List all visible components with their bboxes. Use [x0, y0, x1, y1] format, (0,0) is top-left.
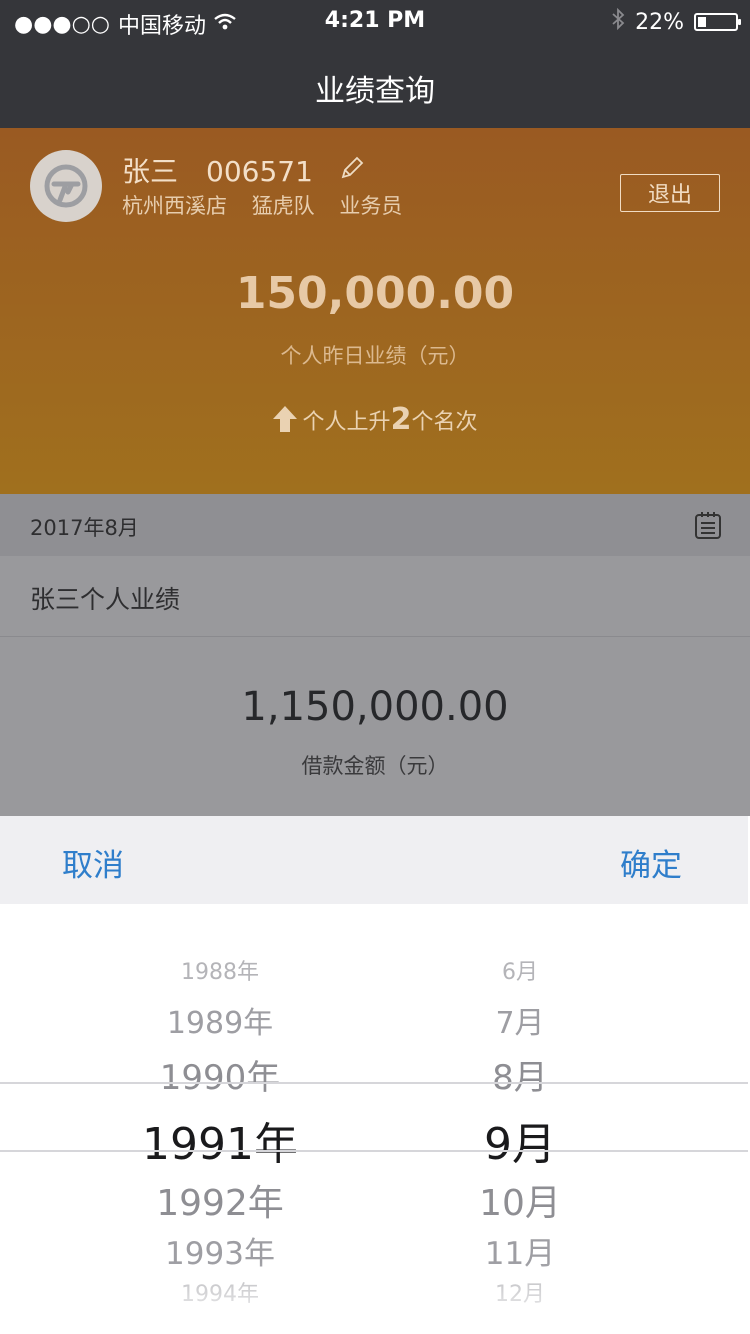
user-name-line: 张三 006571	[122, 150, 341, 190]
loan-amount-label: 借款金额（元）	[301, 754, 449, 778]
arrow-up-icon	[272, 406, 297, 438]
battery-icon	[694, 13, 741, 31]
rank-change: 个人上升2个名次	[0, 402, 750, 438]
year-option[interactable]: 1988年	[110, 954, 330, 986]
year-option[interactable]: 1992年	[110, 1174, 330, 1226]
edit-icon[interactable]	[338, 154, 366, 186]
role-name: 业务员	[339, 194, 403, 218]
avatar[interactable]	[30, 150, 102, 222]
status-right: 22%	[611, 7, 741, 36]
bluetooth-icon	[611, 7, 625, 36]
calendar-icon[interactable]	[694, 510, 722, 544]
top-bar: ●●●○○ 中国移动 4:21 PM 22% 业绩查询	[0, 0, 750, 128]
status-bar: ●●●○○ 中国移动 4:21 PM 22%	[0, 0, 750, 42]
user-name: 张三	[122, 155, 179, 188]
page-title: 业绩查询	[315, 74, 435, 109]
month-option[interactable]: 11月	[440, 1228, 600, 1273]
yesterday-amount: 150,000.00	[235, 268, 515, 319]
month-option[interactable]: 7月	[440, 998, 600, 1042]
performance-section: 2017年8月 张三个人业绩 1,150,000.00 借款金额（元）	[0, 494, 750, 816]
logout-button[interactable]: 退出	[620, 174, 720, 212]
rank-number: 2	[390, 402, 412, 437]
employee-id: 006571	[206, 155, 313, 188]
rank-prefix: 个人上升	[302, 410, 391, 435]
personal-performance-title: 张三个人业绩	[30, 585, 181, 614]
month-label: 2017年8月	[30, 516, 139, 540]
loan-amount: 1,150,000.00	[241, 684, 509, 730]
rank-suffix: 个名次	[411, 410, 478, 435]
battery-fill	[698, 17, 706, 27]
month-option[interactable]: 10月	[440, 1174, 600, 1226]
date-picker: 取消 确定 1988年 1989年 1990年 1991年 1992年 1993年 1994…	[0, 816, 748, 1334]
picker-toolbar: 取消 确定	[0, 816, 748, 904]
store-name: 杭州西溪店	[122, 194, 227, 218]
screen: ●●●○○ 中国移动 4:21 PM 22% 业绩查询 张三 006571 杭州…	[0, 0, 750, 1334]
profile-header: 张三 006571 杭州西溪店 猛虎队 业务员 退出 150,000.00 个人昨…	[0, 128, 750, 494]
year-option[interactable]: 1994年	[110, 1276, 330, 1308]
yesterday-amount-label: 个人昨日业绩（元）	[280, 344, 470, 368]
picker-selection-band	[0, 1082, 748, 1152]
confirm-button[interactable]: 确定	[620, 840, 682, 885]
month-option[interactable]: 6月	[440, 954, 600, 986]
month-selector[interactable]: 2017年8月	[0, 494, 750, 556]
year-option[interactable]: 1989年	[110, 998, 330, 1042]
team-name: 猛虎队	[251, 194, 315, 218]
battery-percent: 22%	[635, 9, 684, 35]
user-org-line: 杭州西溪店 猛虎队 业务员	[122, 190, 402, 220]
year-option[interactable]: 1993年	[110, 1228, 330, 1273]
cancel-button[interactable]: 取消	[62, 840, 124, 885]
personal-performance-row: 张三个人业绩	[0, 556, 750, 637]
month-option[interactable]: 12月	[440, 1276, 600, 1308]
logo-icon	[44, 164, 88, 208]
